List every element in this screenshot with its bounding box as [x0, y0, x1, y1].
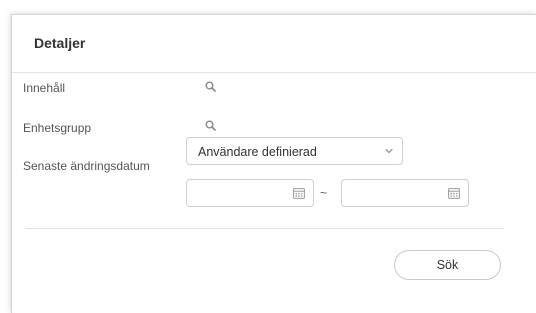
search-icon[interactable]: [205, 120, 216, 131]
date-range-select[interactable]: Användare definierad: [186, 137, 403, 165]
range-separator: ~: [320, 186, 328, 200]
panel-header: Detaljer: [12, 15, 536, 73]
date-from-field[interactable]: [186, 179, 314, 207]
panel-title: Detaljer: [34, 35, 86, 51]
search-button[interactable]: Sök: [394, 250, 501, 280]
calendar-icon[interactable]: [293, 188, 305, 199]
content-label: Innehåll: [23, 81, 66, 95]
calendar-icon[interactable]: [448, 188, 460, 199]
search-icon[interactable]: [205, 81, 216, 92]
chevron-down-icon: [385, 148, 393, 154]
date-to-field[interactable]: [341, 179, 469, 207]
date-range-select-value: Användare definierad: [198, 145, 317, 159]
last-modified-label: Senaste ändringsdatum: [23, 159, 150, 173]
divider: [26, 228, 504, 229]
device-group-label: Enhetsgrupp: [23, 121, 92, 135]
